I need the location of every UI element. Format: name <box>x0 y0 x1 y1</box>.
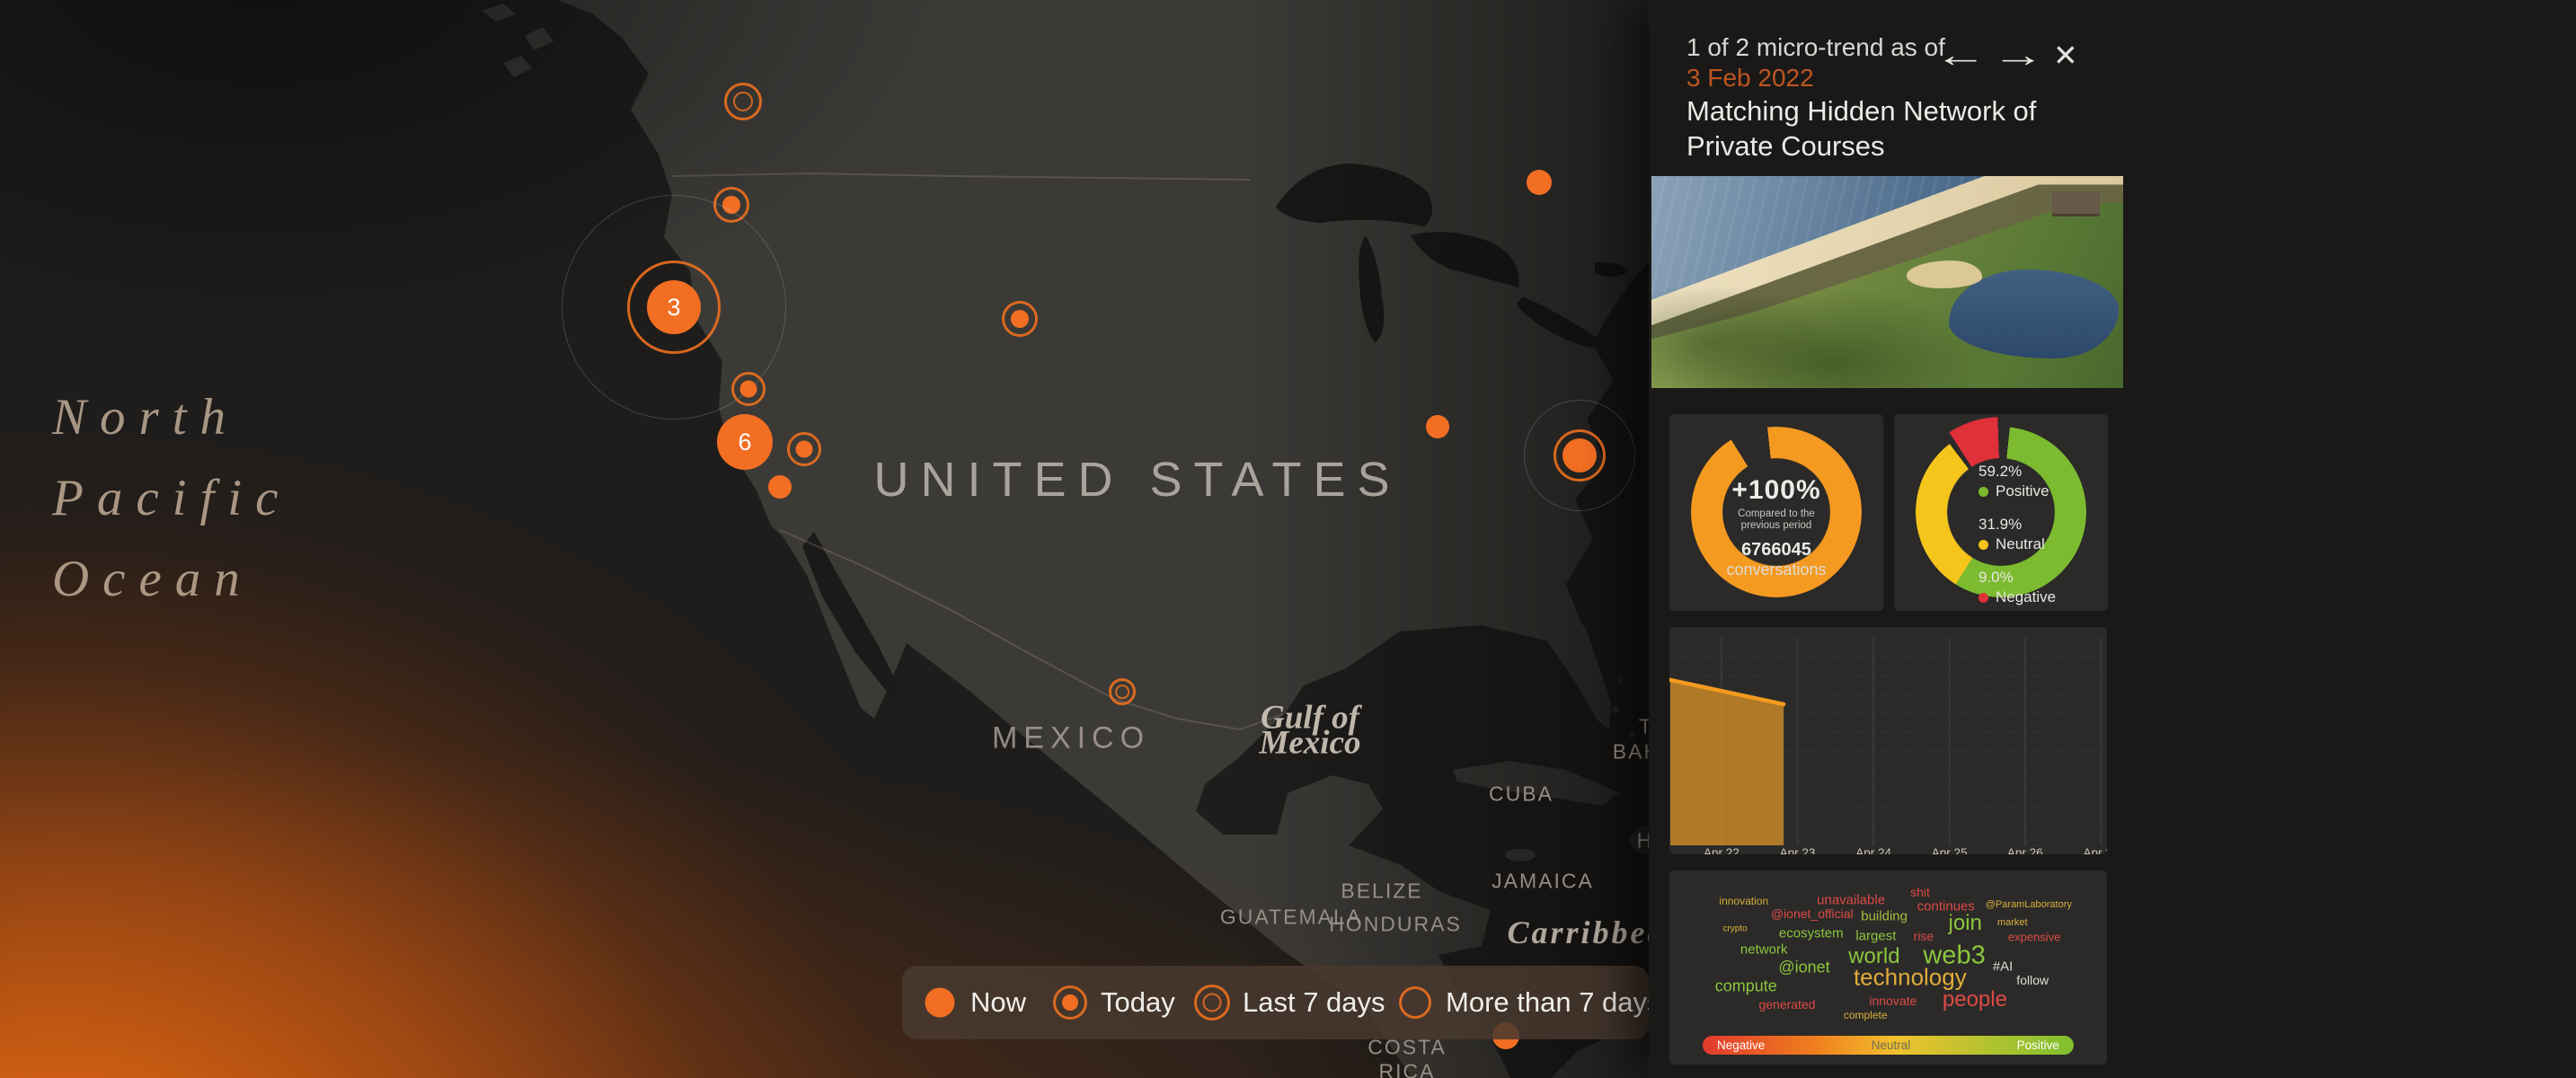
wordcloud-word: shit <box>1910 885 1930 899</box>
x-tick-label: Apr 27 <box>2084 846 2107 854</box>
conversation-unit: conversations <box>1669 561 1883 579</box>
sentiment-legend-item: 31.9%Neutral <box>1978 516 2056 553</box>
micro-trend-panel: 1 of 2 micro-trend as of 3 Feb 2022 ← → … <box>1649 0 2576 1078</box>
timeline-area-fill <box>1670 680 1784 845</box>
trend-title: Matching Hidden Network of Private Cours… <box>1686 93 2078 163</box>
legend-item-label: More than 7 days ago <box>1446 986 1649 1019</box>
next-trend-arrow-icon[interactable]: → <box>1992 36 2045 75</box>
scale-label-negative: Negative <box>1717 1038 1765 1052</box>
wordcloud-word: network <box>1740 941 1788 957</box>
wordcloud-word: building <box>1861 908 1908 923</box>
wordcloud-word: expensive <box>2008 931 2061 944</box>
wordcloud-word: ecosystem <box>1779 925 1844 941</box>
sentiment-legend: 59.2%Positive 31.9%Neutral 9.0%Negative <box>1978 463 2056 622</box>
wordcloud-word: @ionet_official <box>1771 906 1854 921</box>
legend-item-today: Today <box>1052 966 1175 1039</box>
trend-date: 3 Feb 2022 <box>1686 64 1814 92</box>
sentiment-pct: 9.0% <box>1978 569 2056 587</box>
volume-change-value: +100% <box>1669 475 1883 506</box>
wordcloud-word: crypto <box>1722 924 1747 934</box>
legend-item-more7: More than 7 days ago <box>1397 966 1649 1039</box>
photo-sand-bunker <box>1907 261 1982 288</box>
wordcloud-word: compute <box>1715 976 1777 995</box>
wordcloud-word: complete <box>1844 1009 1888 1021</box>
x-tick-label: Apr 25 <box>1932 846 1968 854</box>
trend-counter-text: 1 of 2 micro-trend as of <box>1686 33 1945 61</box>
legend-item-label: Now <box>970 986 1026 1019</box>
sentiment-legend-item: 59.2%Positive <box>1978 463 2056 500</box>
volume-timeline-card: Apr 22 Apr 23 Apr 24 Apr 25 Apr 26 Apr 27 <box>1669 627 2107 854</box>
conversation-volume-card: +100% Compared to the previous period 67… <box>1669 414 1883 611</box>
wordcloud-word: #AI <box>1993 959 2014 974</box>
sentiment-pct: 59.2% <box>1978 463 2056 481</box>
more7-marker-icon <box>1397 985 1433 1021</box>
sentiment-card: 59.2%Positive 31.9%Neutral 9.0%Negative <box>1894 414 2108 611</box>
marker-count: 3 <box>647 280 701 334</box>
legend-item-label: Today <box>1101 986 1175 1019</box>
legend-item-last7: Last 7 days <box>1194 966 1385 1039</box>
sentiment-pct: 31.9% <box>1978 516 2056 534</box>
wordcloud-word: @ionet <box>1778 959 1829 977</box>
x-tick-label: Apr 23 <box>1780 846 1816 854</box>
sentiment-dot-icon <box>1978 593 1988 603</box>
trend-counter: 1 of 2 micro-trend as of 3 Feb 2022 <box>1686 32 1945 93</box>
timeline-chart <box>1669 627 2107 854</box>
last7-marker-icon <box>1194 985 1230 1021</box>
wordcloud-word: market <box>1997 917 2028 928</box>
trend-thumbnail-golf-course-photo[interactable] <box>1651 176 2123 388</box>
legend-item-label: Last 7 days <box>1243 986 1385 1019</box>
scale-label-neutral: Neutral <box>1872 1038 1911 1052</box>
today-marker-icon <box>1052 985 1088 1021</box>
wordcloud-word: largest <box>1855 929 1896 944</box>
close-icon[interactable]: ✕ <box>2053 36 2078 75</box>
sentiment-label: Positive <box>1996 482 2049 500</box>
photo-clubhouse <box>2052 191 2100 215</box>
wordcloud-word: follow <box>2016 973 2049 987</box>
app-root: North Pacific Ocean UNITED STATESMEXICOG… <box>0 0 2576 1078</box>
sentiment-label: Negative <box>1996 588 2056 606</box>
sentiment-scale-bar: Negative Neutral Positive <box>1703 1036 2074 1055</box>
wordcloud-word: innovate <box>1869 994 1917 1008</box>
wordcloud-word: people <box>1943 987 2007 1012</box>
sentiment-dot-icon <box>1978 540 1988 550</box>
volume-donut-center: +100% Compared to the previous period 67… <box>1669 475 1883 579</box>
sentiment-dot-icon <box>1978 487 1988 497</box>
x-tick-label: Apr 22 <box>1704 846 1739 854</box>
sentiment-legend-item: 9.0%Negative <box>1978 569 2056 606</box>
map-legend-bar: Now Today Last 7 days More than 7 days ago <box>902 966 1649 1039</box>
legend-item-now: Now <box>922 966 1026 1039</box>
x-tick-label: Apr 24 <box>1855 846 1891 854</box>
prev-trend-arrow-icon[interactable]: ← <box>1934 36 1987 75</box>
volume-caption: Compared to the previous period <box>1727 508 1826 532</box>
wordcloud-card: innovationunavailableshitcontinues@Param… <box>1669 870 2107 1065</box>
wordcloud-word: join <box>1949 911 1982 936</box>
scale-label-positive: Positive <box>2017 1038 2059 1052</box>
sentiment-label: Neutral <box>1996 535 2045 553</box>
conversation-count: 6766045 <box>1669 540 1883 561</box>
now-marker-icon <box>922 985 958 1021</box>
wordcloud-word: generated <box>1758 997 1815 1012</box>
wordcloud-word: @ParamLaboratory <box>1986 899 2072 910</box>
x-tick-label: Apr 26 <box>2007 846 2043 854</box>
marker-count: 6 <box>717 414 773 470</box>
wordcloud-word: innovation <box>1719 895 1768 907</box>
